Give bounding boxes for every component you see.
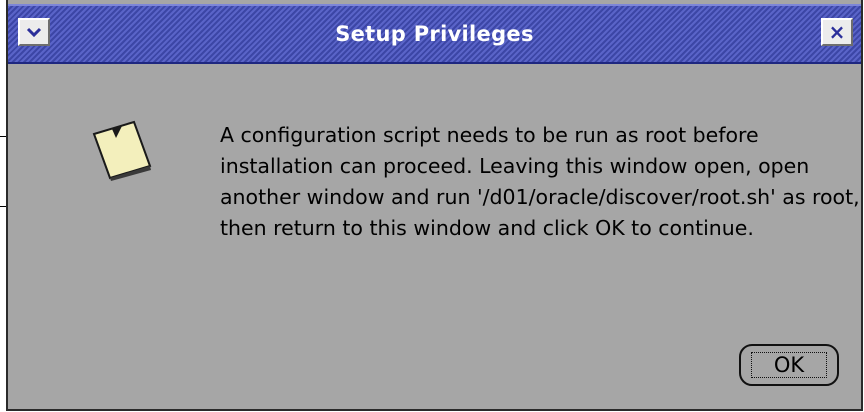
dialog-message: A configuration script needs to be run a… [220,123,860,240]
setup-privileges-dialog: Setup Privileges × A configuration scrip… [6,0,863,411]
ok-button-label: OK [773,353,805,377]
title-bar[interactable]: Setup Privileges × [8,4,861,64]
close-icon: × [828,20,846,44]
dialog-title: Setup Privileges [335,22,534,46]
note-icon [92,120,152,181]
close-button[interactable]: × [821,18,853,46]
ok-button[interactable]: OK [739,344,839,386]
